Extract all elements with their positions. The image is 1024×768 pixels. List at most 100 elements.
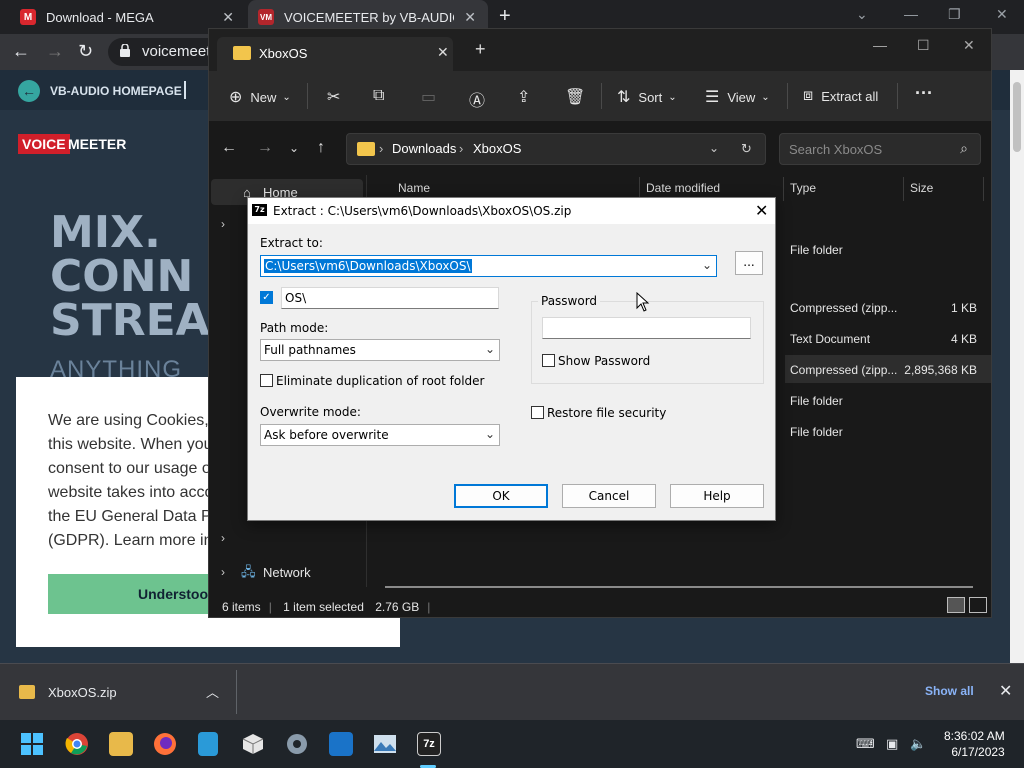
7zip-icon[interactable]: 7z — [417, 732, 441, 756]
delete-button[interactable]: 🗑 — [565, 87, 593, 107]
new-tab-button[interactable]: + — [499, 5, 511, 28]
show-password-label[interactable]: Show Password — [558, 354, 650, 368]
back-arrow-icon[interactable]: ← — [221, 139, 237, 157]
column-header-date[interactable]: Date modified — [646, 181, 720, 195]
password-input[interactable] — [542, 317, 751, 339]
dialog-title-bar[interactable]: 7z Extract : C:\Users\vm6\Downloads\Xbox… — [248, 198, 775, 224]
firefox-icon[interactable] — [153, 732, 177, 756]
column-header-size[interactable]: Size — [910, 181, 933, 195]
file-size-cell[interactable]: 2,895,368 KB — [899, 363, 977, 377]
overwrite-mode-select[interactable]: Ask before overwrite ⌄ — [260, 424, 500, 446]
file-type-cell[interactable]: Compressed (zipp... — [790, 301, 897, 315]
nav-network[interactable]: Network — [263, 565, 311, 580]
file-explorer-icon[interactable] — [109, 732, 133, 756]
download-filename[interactable]: XboxOS.zip — [48, 685, 117, 700]
subfolder-checkbox[interactable]: ✓ — [260, 291, 273, 304]
column-divider[interactable] — [983, 177, 984, 201]
chrome-icon[interactable] — [65, 732, 89, 756]
chevron-up-icon[interactable]: ︿ — [206, 682, 219, 701]
breadcrumb-chevron-icon[interactable]: › — [459, 141, 463, 156]
chevron-right-icon[interactable]: › — [221, 565, 225, 579]
chevron-right-icon[interactable]: › — [221, 217, 225, 231]
new-tab-button[interactable]: + — [475, 39, 486, 60]
page-scrollbar[interactable] — [1010, 70, 1024, 663]
horizontal-scrollbar[interactable] — [385, 586, 973, 588]
eliminate-duplication-label[interactable]: Eliminate duplication of root folder — [276, 374, 484, 388]
view-button[interactable]: ☰ View ⌄ — [705, 87, 770, 107]
back-arrow-icon[interactable]: ← — [12, 41, 30, 62]
breadcrumb-downloads[interactable]: Downloads — [392, 141, 456, 156]
chevron-down-icon[interactable]: ⌄ — [709, 141, 719, 155]
ok-button[interactable]: OK — [454, 484, 548, 508]
photos-icon[interactable] — [373, 732, 397, 756]
rename-button[interactable]: Ⓐ — [469, 87, 493, 111]
restore-security-checkbox[interactable] — [531, 406, 544, 419]
maximize-icon[interactable]: ☐ — [917, 37, 930, 54]
subfolder-input[interactable]: OS\ — [281, 287, 499, 309]
up-arrow-icon[interactable]: ↑ — [317, 139, 325, 157]
breadcrumb-xboxos[interactable]: XboxOS — [473, 141, 521, 156]
file-size-cell[interactable]: 4 KB — [899, 332, 977, 346]
scrollbar-thumb[interactable] — [1013, 82, 1021, 152]
network-icon[interactable]: ▣ — [886, 736, 898, 752]
help-button[interactable]: Help — [670, 484, 764, 508]
close-window-icon[interactable]: ✕ — [996, 6, 1008, 23]
column-header-type[interactable]: Type — [790, 181, 816, 195]
chevron-right-icon[interactable]: › — [221, 531, 225, 545]
forward-arrow-icon[interactable]: → — [257, 139, 273, 157]
details-view-icon[interactable] — [947, 597, 965, 613]
share-button[interactable]: ⇪ — [517, 87, 538, 107]
vb-audio-home-link[interactable]: ← VB-AUDIO HOMEPAGE — [18, 80, 182, 102]
chevron-down-icon[interactable]: ⌄ — [702, 258, 712, 272]
close-icon[interactable]: ✕ — [222, 9, 234, 26]
breadcrumb-chevron-icon[interactable]: › — [379, 141, 383, 156]
column-divider[interactable] — [903, 177, 904, 201]
logo-voice[interactable]: VOICE — [18, 134, 70, 154]
browse-button[interactable]: ... — [735, 251, 763, 275]
copy-button[interactable]: ⧉ — [373, 87, 392, 105]
minimize-icon[interactable]: — — [873, 37, 887, 53]
logo-meeter[interactable]: MEETER — [68, 136, 126, 152]
keyboard-icon[interactable]: ⌨ — [856, 736, 875, 752]
refresh-icon[interactable]: ↻ — [741, 141, 752, 157]
close-icon[interactable]: ✕ — [437, 44, 449, 61]
show-password-checkbox[interactable] — [542, 354, 555, 367]
paste-button[interactable]: ▭ — [421, 87, 444, 107]
extract-to-combo[interactable]: C:\Users\vm6\Downloads\XboxOS\ ⌄ — [260, 255, 717, 277]
search-input[interactable]: Search XboxOS ⌕ — [779, 133, 981, 165]
eliminate-duplication-checkbox[interactable] — [260, 374, 273, 387]
reload-icon[interactable]: ↻ — [78, 41, 93, 62]
system-clock[interactable]: 8:36:02 AM 6/17/2023 — [944, 728, 1005, 760]
close-icon[interactable]: ✕ — [999, 681, 1012, 701]
file-type-cell[interactable]: Compressed (zipp... — [790, 363, 897, 377]
restore-security-label[interactable]: Restore file security — [547, 406, 666, 420]
show-all-button[interactable]: Show all — [925, 684, 974, 698]
settings-gear-icon[interactable] — [285, 732, 309, 756]
file-type-cell[interactable]: Text Document — [790, 332, 870, 346]
more-options-icon[interactable]: ··· — [915, 83, 933, 104]
address-bar[interactable]: › Downloads › XboxOS ⌄ ↻ — [346, 133, 766, 165]
volume-icon[interactable]: 🔈 — [910, 736, 926, 752]
extract-all-button[interactable]: ⧈ Extract all — [803, 87, 878, 105]
cancel-button[interactable]: Cancel — [562, 484, 656, 508]
minimize-icon[interactable]: — — [904, 6, 918, 22]
cut-button[interactable]: ✂ — [327, 87, 348, 107]
close-icon[interactable]: ✕ — [755, 201, 768, 220]
chevron-down-icon[interactable]: ⌄ — [289, 141, 299, 155]
path-mode-select[interactable]: Full pathnames ⌄ — [260, 339, 500, 361]
package-icon[interactable] — [241, 732, 265, 756]
forward-arrow-icon[interactable]: → — [46, 41, 64, 62]
app-window-icon[interactable] — [329, 732, 353, 756]
explorer-tab[interactable]: XboxOS ✕ — [217, 37, 453, 71]
file-size-cell[interactable]: 1 KB — [899, 301, 977, 315]
notepad-icon[interactable] — [198, 732, 218, 756]
column-header-name[interactable]: Name — [398, 181, 430, 195]
file-type-cell[interactable]: File folder — [790, 394, 843, 408]
large-icons-view-icon[interactable] — [969, 597, 987, 613]
close-window-icon[interactable]: ✕ — [963, 37, 975, 54]
windows-start-icon[interactable] — [21, 733, 43, 755]
chevron-down-icon[interactable]: ⌄ — [856, 6, 868, 23]
new-button[interactable]: ⊕ New ⌄ — [229, 87, 291, 107]
restore-icon[interactable]: ❐ — [948, 6, 961, 23]
close-icon[interactable]: ✕ — [464, 9, 476, 26]
